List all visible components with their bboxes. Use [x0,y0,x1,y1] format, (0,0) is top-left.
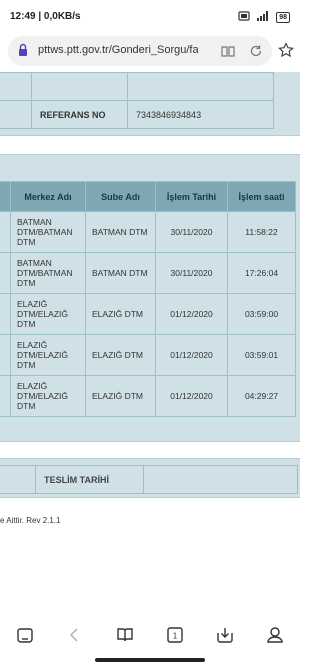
edge-cell [0,211,11,253]
home-indicator[interactable] [95,658,205,662]
table-row: BATMAN DTM/BATMAN DTM BATMAN DTM 30/11/2… [0,252,296,294]
reader-mode-icon[interactable] [220,43,236,64]
saat-cell: 17:26:04 [227,252,296,294]
edge-header [0,181,11,212]
bookmark-star-icon[interactable] [278,42,294,63]
teslim-tarihi-label: TESLİM TARİHİ [35,465,144,494]
merkez-cell: ELAZIĞ DTM/ELAZIĞ DTM [10,375,86,417]
table-row: ELAZIĞ DTM/ELAZIĞ DTM ELAZIĞ DTM 01/12/2… [0,293,296,335]
signal-icon [256,11,270,23]
teslim-tarihi-value [142,465,299,494]
saat-cell: 04:29:27 [227,375,296,417]
lock-icon [18,43,28,57]
table-row: BATMAN DTM/BATMAN DTM BATMAN DTM 30/11/2… [0,211,296,253]
home-icon[interactable] [15,625,35,645]
sube-cell: BATMAN DTM [85,211,156,253]
movements-table: Merkez Adı Sube Adı İşlem Tarihi İşlem s… [0,181,296,417]
col-header-sube: Sube Adı [85,181,156,212]
empty-cell [31,72,128,101]
saat-cell: 11:58:22 [227,211,296,253]
reference-table: REFERANS NO 7343846934843 [0,72,274,129]
edge-cell [0,293,11,335]
col-header-tarih: İşlem Tarihi [155,181,228,212]
tarih-cell: 01/12/2020 [155,334,228,376]
status-time-speed: 12:49 | 0,0KB/s [10,11,81,22]
sube-cell: ELAZIĞ DTM [85,293,156,335]
reference-panel: REFERANS NO 7343846934843 [0,72,300,136]
edge-cell [0,375,11,417]
footer-note: e Aittir. Rev 2.1.1 [0,516,61,525]
profile-icon[interactable] [265,625,285,645]
delivery-table: TESLİM TARİHİ [0,465,299,494]
tarih-cell: 30/11/2020 [155,252,228,294]
back-icon[interactable] [65,625,85,645]
empty-cell [0,100,32,129]
tarih-cell: 01/12/2020 [155,375,228,417]
saat-cell: 03:59:00 [227,293,296,335]
status-bar: 12:49 | 0,0KB/s 98 [0,0,300,34]
col-header-merkez: Merkez Adı [10,181,86,212]
edge-cell [0,334,11,376]
merkez-cell: ELAZIĞ DTM/ELAZIĞ DTM [10,293,86,335]
merkez-cell: BATMAN DTM/BATMAN DTM [10,211,86,253]
tarih-cell: 30/11/2020 [155,211,228,253]
address-bar[interactable]: pttws.ptt.gov.tr/Gonderi_Sorgu/fac [8,36,272,66]
col-header-saat: İşlem saati [227,181,296,212]
download-icon[interactable] [215,625,235,645]
referans-no-value: 7343846934843 [127,100,274,129]
tab-count: 1 [173,632,178,641]
empty-cell [0,72,32,101]
edge-cell [0,252,11,294]
empty-cell [127,72,274,101]
movements-panel: Merkez Adı Sube Adı İşlem Tarihi İşlem s… [0,154,300,442]
nfc-icon [238,11,250,23]
delivery-panel: TESLİM TARİHİ [0,458,300,498]
table-header-row: Merkez Adı Sube Adı İşlem Tarihi İşlem s… [0,181,296,212]
url-text[interactable]: pttws.ptt.gov.tr/Gonderi_Sorgu/fac [38,44,198,56]
merkez-cell: ELAZIĞ DTM/ELAZIĞ DTM [10,334,86,376]
book-icon[interactable] [115,625,135,645]
browser-nav-bar: 1 [0,617,300,667]
empty-cell [0,465,37,494]
table-row: ELAZIĞ DTM/ELAZIĞ DTM ELAZIĞ DTM 01/12/2… [0,334,296,376]
sube-cell: ELAZIĞ DTM [85,375,156,417]
saat-cell: 03:59:01 [227,334,296,376]
merkez-cell: BATMAN DTM/BATMAN DTM [10,252,86,294]
tabs-icon[interactable]: 1 [165,625,185,645]
sube-cell: BATMAN DTM [85,252,156,294]
tarih-cell: 01/12/2020 [155,293,228,335]
sube-cell: ELAZIĞ DTM [85,334,156,376]
battery-icon: 98 [276,11,290,23]
reload-icon[interactable] [248,43,264,64]
table-row: ELAZIĞ DTM/ELAZIĞ DTM ELAZIĞ DTM 01/12/2… [0,375,296,417]
web-page: REFERANS NO 7343846934843 Merkez Adı Sub… [0,72,300,617]
referans-no-label: REFERANS NO [31,100,128,129]
status-icons: 98 [238,11,290,23]
